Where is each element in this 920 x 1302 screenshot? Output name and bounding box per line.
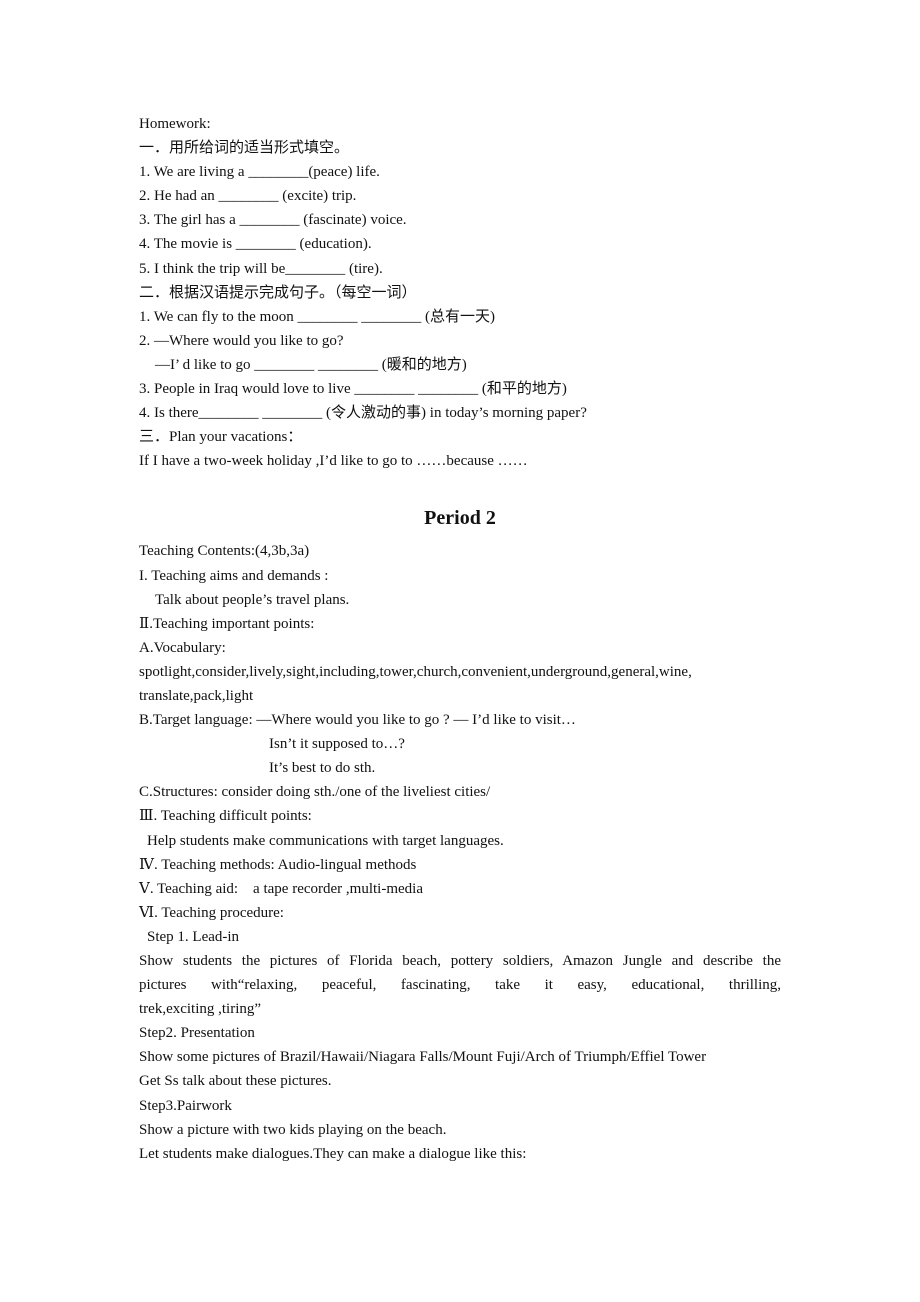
target-language-line: It’s best to do sth. [269,760,376,777]
target-language: B.Target language: —Where would you like… [139,712,576,729]
section2-item: 2. —Where would you like to go? [139,332,344,349]
step1-heading: Step 1. Lead-in [147,928,240,945]
section2-item: —I’ d like to go ________ ________ (暖和的地… [155,356,467,373]
section1-item: 1. We are living a ________(peace) life. [139,164,380,181]
section1-item: 2. He had an ________ (excite) trip. [139,188,357,205]
aims-heading: I. Teaching aims and demands : [139,567,329,584]
important-points-heading: Ⅱ.Teaching important points: [139,615,315,632]
step2-text: Get Ss talk about these pictures. [139,1073,332,1090]
procedure-heading: Ⅵ. Teaching procedure: [139,904,284,921]
structures: C.Structures: consider doing sth./one of… [139,784,491,801]
period-title: Period 2 [424,507,496,530]
section2-item: 1. We can fly to the moon ________ _____… [139,308,495,325]
difficult-points-heading: Ⅲ. Teaching difficult points: [139,808,312,825]
aims-text: Talk about people’s travel plans. [155,591,350,608]
section1-title: 一．用所给词的适当形式填空。 [139,140,350,157]
section1-item: 5. I think the trip will be________ (tir… [139,260,383,277]
section3-prompt: If I have a two-week holiday ,I’d like t… [139,453,528,470]
vocabulary-list: translate,pack,light [139,687,254,704]
vocabulary-heading: A.Vocabulary: [139,639,226,656]
step2-heading: Step2. Presentation [139,1025,255,1042]
step3-text: Show a picture with two kids playing on … [139,1121,447,1138]
section2-item: 4. Is there________ ________ (令人激动的事) in… [139,405,587,422]
section2-item: 3. People in Iraq would love to live ___… [139,381,567,398]
teaching-aid: Ⅴ. Teaching aid: a tape recorder ,multi-… [139,880,423,897]
section1-item: 4. The movie is ________ (education). [139,236,372,253]
document-page: Homework: 一．用所给词的适当形式填空。 1. We are livin… [139,112,781,1166]
teaching-methods: Ⅳ. Teaching methods: Audio-lingual metho… [139,856,417,873]
section3-title: 三．Plan your vacations： [139,429,303,446]
homework-heading: Homework: [139,116,211,132]
difficult-points-text: Help students make communications with t… [147,832,504,849]
vocabulary-list: spotlight,consider,lively,sight,includin… [139,663,692,680]
step3-heading: Step3.Pairwork [139,1097,232,1114]
section2-title: 二．根据汉语提示完成句子。（每空一词） [139,284,417,301]
step1-text: trek,exciting ,tiring” [139,1001,262,1018]
step1-text: pictures with“relaxing, peaceful, fascin… [139,977,781,994]
section1-item: 3. The girl has a ________ (fascinate) v… [139,212,407,229]
step3-text: Let students make dialogues.They can mak… [139,1145,527,1162]
teaching-contents: Teaching Contents:(4,3b,3a) [139,543,310,560]
target-language-line: Isn’t it supposed to…? [269,736,405,753]
step2-text: Show some pictures of Brazil/Hawaii/Niag… [139,1049,707,1066]
step1-text: Show students the pictures of Florida be… [139,953,781,969]
